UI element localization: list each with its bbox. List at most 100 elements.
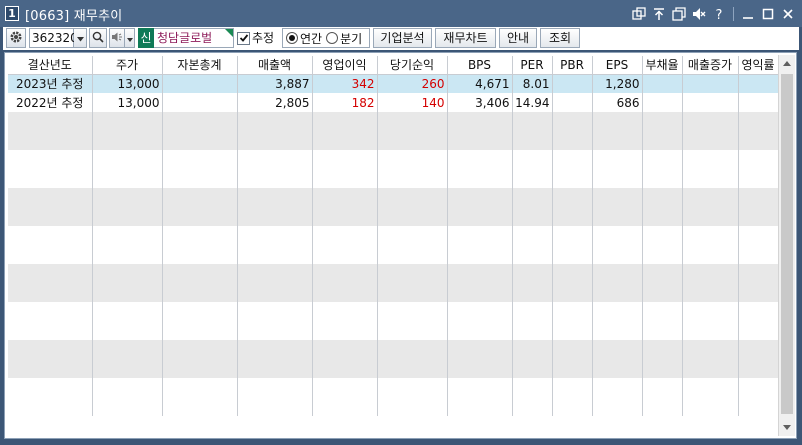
mute-icon[interactable] — [691, 5, 707, 23]
close-icon[interactable] — [780, 5, 796, 23]
empty-cell — [682, 321, 739, 340]
table-row[interactable]: 2023년 추정 13,000 3,887 342 260 4,671 8.01… — [8, 74, 779, 93]
empty-cell — [162, 378, 238, 397]
empty-cell — [312, 207, 378, 226]
empty-cell — [447, 245, 513, 264]
empty-cell — [592, 302, 643, 321]
window-controls: ? — [631, 4, 796, 24]
empty-cell — [377, 245, 448, 264]
column-header[interactable]: BPS — [447, 56, 513, 75]
stock-code-input[interactable]: 362320 — [29, 28, 78, 48]
stock-code-dropdown[interactable] — [74, 28, 87, 48]
speaker-icon — [111, 31, 123, 46]
restore-window-icon[interactable] — [671, 5, 687, 23]
radio-quarter-label: 분기 — [340, 31, 363, 46]
column-header[interactable]: 부채율 — [642, 56, 683, 75]
empty-cell — [642, 340, 683, 359]
estimate-checkbox[interactable]: 추정 — [237, 28, 274, 48]
empty-cell — [162, 188, 238, 207]
guide-button[interactable]: 안내 — [499, 28, 537, 48]
empty-cell — [642, 397, 683, 416]
empty-cell — [642, 131, 683, 150]
minimize-icon[interactable] — [740, 5, 756, 23]
cell-eps: 1,280 — [592, 74, 643, 93]
empty-cell — [92, 302, 163, 321]
cell-bps: 4,671 — [447, 74, 513, 93]
column-header[interactable]: 영업이익 — [312, 56, 378, 75]
empty-cell — [162, 340, 238, 359]
financial-chart-button[interactable]: 재무차트 — [435, 28, 496, 48]
empty-cell — [447, 302, 513, 321]
column-header[interactable]: EPS — [592, 56, 643, 75]
chevron-down-icon — [783, 425, 791, 430]
empty-table-row — [8, 359, 779, 378]
empty-cell — [8, 397, 93, 416]
empty-cell — [682, 150, 739, 169]
empty-cell — [552, 340, 593, 359]
column-header[interactable]: 영익률 — [738, 56, 779, 75]
search-button[interactable] — [89, 28, 107, 48]
empty-table-row — [8, 397, 779, 416]
column-header[interactable]: PER — [512, 56, 553, 75]
empty-cell — [8, 340, 93, 359]
maximize-icon[interactable] — [760, 5, 776, 23]
empty-cell — [312, 112, 378, 131]
empty-cell — [738, 169, 779, 188]
empty-cell — [237, 150, 313, 169]
table-row[interactable]: 2022년 추정 13,000 2,805 182 140 3,406 14.9… — [8, 93, 779, 112]
empty-table-row — [8, 302, 779, 321]
empty-cell — [552, 188, 593, 207]
empty-cell — [8, 131, 93, 150]
empty-table-row — [8, 226, 779, 245]
cell-sales-growth — [682, 74, 739, 93]
empty-cell — [92, 264, 163, 283]
column-header[interactable]: 결산년도 — [8, 56, 93, 75]
empty-cell — [552, 264, 593, 283]
window-number-badge[interactable]: 1 — [5, 6, 19, 21]
column-header[interactable]: 매출액 — [237, 56, 313, 75]
column-header[interactable]: 주가 — [92, 56, 163, 75]
cell-sales-growth — [682, 93, 739, 112]
empty-cell — [642, 321, 683, 340]
empty-cell — [377, 226, 448, 245]
period-radio-group: 연간 분기 — [282, 28, 370, 48]
company-name-field[interactable]: 청담글로벌 — [154, 28, 234, 48]
empty-cell — [592, 188, 643, 207]
empty-cell — [552, 397, 593, 416]
empty-cell — [552, 131, 593, 150]
empty-cell — [592, 207, 643, 226]
radio-annual[interactable] — [286, 32, 298, 44]
radio-quarter[interactable] — [326, 32, 339, 44]
column-header[interactable]: 매출증가 — [682, 56, 739, 75]
speaker-button[interactable] — [109, 28, 125, 48]
link-icon[interactable] — [631, 5, 647, 23]
company-analysis-button[interactable]: 기업분석 — [373, 28, 432, 48]
scroll-down-button[interactable] — [779, 419, 795, 436]
cell-equity — [162, 74, 238, 93]
pin-top-icon[interactable] — [651, 5, 667, 23]
column-header[interactable]: 당기순익 — [377, 56, 448, 75]
empty-table-row — [8, 264, 779, 283]
help-icon[interactable]: ? — [711, 5, 727, 23]
empty-cell — [92, 340, 163, 359]
scroll-up-button[interactable] — [779, 55, 795, 72]
empty-cell — [682, 302, 739, 321]
settings-button[interactable] — [6, 28, 26, 48]
vertical-scrollbar[interactable] — [778, 55, 795, 436]
empty-cell — [377, 283, 448, 302]
empty-cell — [92, 397, 163, 416]
column-header[interactable]: 자본총계 — [162, 56, 238, 75]
query-button[interactable]: 조회 — [540, 28, 580, 48]
empty-cell — [738, 359, 779, 378]
column-header[interactable]: PBR — [552, 56, 593, 75]
scroll-thumb[interactable] — [781, 74, 793, 414]
empty-cell — [237, 131, 313, 150]
empty-cell — [162, 245, 238, 264]
speaker-dropdown[interactable] — [125, 28, 135, 48]
title-bar[interactable]: 1 [0663] 재무추이 ? — [0, 0, 802, 27]
empty-cell — [552, 226, 593, 245]
checkbox-box[interactable] — [237, 31, 250, 45]
cell-equity — [162, 93, 238, 112]
cell-net-income: 260 — [377, 74, 448, 93]
empty-cell — [237, 188, 313, 207]
